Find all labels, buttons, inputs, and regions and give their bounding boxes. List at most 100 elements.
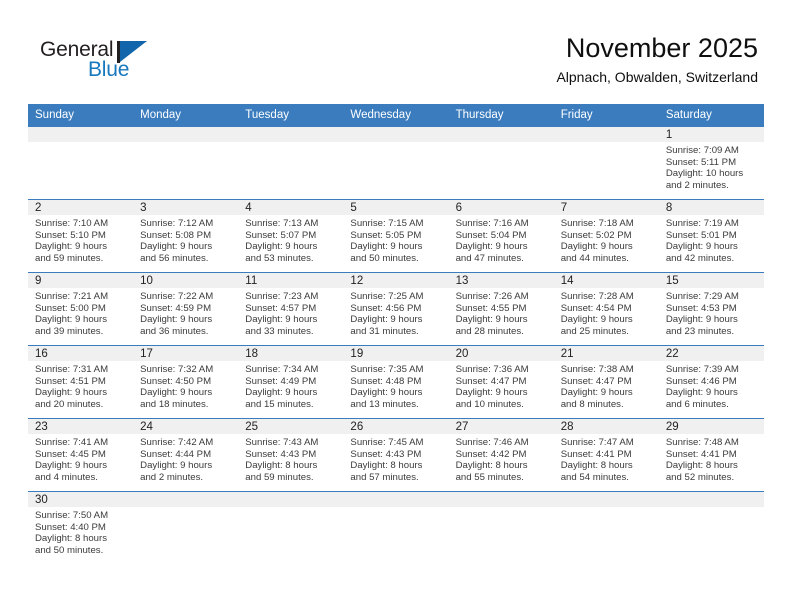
- sunset-text: Sunset: 5:02 PM: [560, 229, 632, 241]
- sunrise-text: Sunrise: 7:38 AM: [560, 364, 634, 375]
- day-number: 12: [343, 273, 449, 288]
- day-cell-inner: [238, 492, 344, 565]
- calendar-day-cell[interactable]: 16 Sunrise: 7:31 AM Sunset: 4:51 PM Dayligh…: [28, 345, 134, 419]
- day-sun-details: Sunrise: 7:18 AM Sunset: 5:02 PM Daylight:…: [554, 215, 659, 264]
- daylight-text-line2: and 25 minutes.: [560, 325, 629, 337]
- sunset-text: Sunset: 5:05 PM: [350, 229, 422, 241]
- daylight-text-line2: and 57 minutes.: [350, 471, 419, 483]
- daylight-text-line2: and 33 minutes.: [245, 325, 314, 337]
- calendar-day-cell[interactable]: 19 Sunrise: 7:35 AM Sunset: 4:48 PM Dayligh…: [343, 345, 449, 419]
- calendar-day-cell[interactable]: 1 Sunrise: 7:09 AM Sunset: 5:11 PM Daylight…: [658, 126, 764, 200]
- sunset-text: Sunset: 5:08 PM: [140, 229, 212, 241]
- calendar-day-cell[interactable]: 11 Sunrise: 7:23 AM Sunset: 4:57 PM Dayligh…: [238, 272, 344, 346]
- sunrise-text: Sunrise: 7:18 AM: [560, 218, 634, 229]
- day-number: 9: [28, 273, 134, 288]
- day-cell-inner: [133, 492, 239, 565]
- day-cell-inner: 17 Sunrise: 7:32 AM Sunset: 4:50 PM Dayligh…: [133, 346, 239, 418]
- day-number: 18: [238, 346, 344, 361]
- page-title: November 2025: [565, 33, 758, 63]
- day-cell-inner: [553, 492, 659, 565]
- sunset-text: Sunset: 4:54 PM: [560, 302, 632, 314]
- calendar-day-cell[interactable]: 21 Sunrise: 7:38 AM Sunset: 4:47 PM Dayligh…: [553, 345, 659, 419]
- day-number: 4: [238, 200, 344, 215]
- sunrise-text: Sunrise: 7:28 AM: [560, 291, 634, 302]
- calendar-day-cell[interactable]: 29 Sunrise: 7:48 AM Sunset: 4:41 PM Dayligh…: [658, 418, 764, 492]
- calendar-day-cell[interactable]: 7 Sunrise: 7:18 AM Sunset: 5:02 PM Daylight…: [553, 199, 659, 273]
- day-number: 1: [658, 127, 764, 142]
- calendar-day-cell[interactable]: 5 Sunrise: 7:15 AM Sunset: 5:05 PM Daylight…: [343, 199, 449, 273]
- day-cell-inner: 18 Sunrise: 7:34 AM Sunset: 4:49 PM Dayligh…: [238, 346, 344, 418]
- daylight-text-line1: Daylight: 9 hours: [140, 460, 213, 472]
- day-cell-inner: 15 Sunrise: 7:29 AM Sunset: 4:53 PM Dayligh…: [658, 273, 764, 345]
- calendar-day-cell[interactable]: 18 Sunrise: 7:34 AM Sunset: 4:49 PM Dayligh…: [238, 345, 344, 419]
- daylight-text-line2: and 2 minutes.: [665, 179, 729, 191]
- calendar-day-cell[interactable]: 28 Sunrise: 7:47 AM Sunset: 4:41 PM Dayligh…: [553, 418, 659, 492]
- day-sun-details: Sunrise: 7:21 AM Sunset: 5:00 PM Daylight:…: [28, 288, 133, 337]
- day-number: 24: [133, 419, 239, 434]
- calendar-day-cell[interactable]: 4 Sunrise: 7:13 AM Sunset: 5:07 PM Daylight…: [238, 199, 344, 273]
- sunrise-text: Sunrise: 7:21 AM: [35, 291, 109, 302]
- calendar-empty-cell: [448, 126, 554, 200]
- calendar-day-cell[interactable]: 12 Sunrise: 7:25 AM Sunset: 4:56 PM Dayligh…: [343, 272, 449, 346]
- calendar-day-cell[interactable]: 26 Sunrise: 7:45 AM Sunset: 4:43 PM Dayligh…: [343, 418, 449, 492]
- day-sun-details: Sunrise: 7:42 AM Sunset: 4:44 PM Daylight:…: [133, 434, 238, 483]
- sunset-text: Sunset: 4:57 PM: [245, 302, 317, 314]
- sunrise-text: Sunrise: 7:13 AM: [245, 218, 319, 229]
- day-number: 27: [448, 419, 554, 434]
- day-number: 20: [448, 346, 554, 361]
- day-number: 21: [553, 346, 659, 361]
- calendar-day-cell[interactable]: 23 Sunrise: 7:41 AM Sunset: 4:45 PM Dayligh…: [28, 418, 134, 492]
- weekday-header-sunday: Sunday: [28, 104, 134, 127]
- sunrise-text: Sunrise: 7:45 AM: [350, 437, 424, 448]
- day-number: 2: [28, 200, 134, 215]
- calendar-empty-cell: [553, 491, 659, 565]
- calendar-day-cell[interactable]: 27 Sunrise: 7:46 AM Sunset: 4:42 PM Dayligh…: [448, 418, 554, 492]
- sunrise-text: Sunrise: 7:23 AM: [245, 291, 319, 302]
- calendar-day-cell[interactable]: 22 Sunrise: 7:39 AM Sunset: 4:46 PM Dayligh…: [658, 345, 764, 419]
- calendar-day-cell[interactable]: 14 Sunrise: 7:28 AM Sunset: 4:54 PM Dayligh…: [553, 272, 659, 346]
- daylight-text-line1: Daylight: 9 hours: [245, 387, 318, 399]
- sunset-text: Sunset: 4:47 PM: [455, 375, 527, 387]
- day-number: 22: [658, 346, 764, 361]
- day-number: 15: [658, 273, 764, 288]
- daylight-text-line1: Daylight: 9 hours: [350, 314, 423, 326]
- general-blue-logo[interactable]: General Blue: [32, 38, 212, 90]
- day-cell-inner: [658, 492, 764, 565]
- sunset-text: Sunset: 4:50 PM: [140, 375, 212, 387]
- calendar-day-cell[interactable]: 25 Sunrise: 7:43 AM Sunset: 4:43 PM Dayligh…: [238, 418, 344, 492]
- sunset-text: Sunset: 5:00 PM: [35, 302, 106, 314]
- calendar-day-cell[interactable]: 8 Sunrise: 7:19 AM Sunset: 5:01 PM Daylight…: [658, 199, 764, 273]
- sunset-text: Sunset: 5:01 PM: [665, 229, 737, 241]
- page-header: General Blue November 2025 Alpnach, Obwa…: [0, 0, 792, 103]
- calendar-day-cell[interactable]: 6 Sunrise: 7:16 AM Sunset: 5:04 PM Daylight…: [448, 199, 554, 273]
- calendar-day-cell[interactable]: 9 Sunrise: 7:21 AM Sunset: 5:00 PM Daylight…: [28, 272, 134, 346]
- calendar-day-cell[interactable]: 13 Sunrise: 7:26 AM Sunset: 4:55 PM Dayligh…: [448, 272, 554, 346]
- day-number: [28, 127, 134, 142]
- sunrise-text: Sunrise: 7:42 AM: [140, 437, 214, 448]
- day-number: 17: [133, 346, 239, 361]
- daylight-text-line1: Daylight: 8 hours: [455, 460, 528, 472]
- day-number: [133, 492, 239, 507]
- calendar-day-cell[interactable]: 24 Sunrise: 7:42 AM Sunset: 4:44 PM Dayligh…: [133, 418, 239, 492]
- calendar-day-cell[interactable]: 2 Sunrise: 7:10 AM Sunset: 5:10 PM Daylight…: [28, 199, 134, 273]
- calendar-day-cell[interactable]: 3 Sunrise: 7:12 AM Sunset: 5:08 PM Daylight…: [133, 199, 239, 273]
- daylight-text-line2: and 8 minutes.: [560, 398, 624, 410]
- day-sun-details: Sunrise: 7:23 AM Sunset: 4:57 PM Daylight:…: [238, 288, 343, 337]
- calendar-day-cell[interactable]: 30 Sunrise: 7:50 AM Sunset: 4:40 PM Dayligh…: [28, 491, 134, 565]
- calendar-day-cell[interactable]: 10 Sunrise: 7:22 AM Sunset: 4:59 PM Dayligh…: [133, 272, 239, 346]
- daylight-text-line2: and 44 minutes.: [560, 252, 629, 264]
- day-cell-inner: 4 Sunrise: 7:13 AM Sunset: 5:07 PM Daylight…: [238, 200, 344, 272]
- calendar-empty-cell: [343, 491, 449, 565]
- day-number: [448, 127, 554, 142]
- calendar-day-cell[interactable]: 15 Sunrise: 7:29 AM Sunset: 4:53 PM Dayligh…: [658, 272, 764, 346]
- daylight-text-line1: Daylight: 9 hours: [350, 241, 423, 253]
- day-cell-inner: 21 Sunrise: 7:38 AM Sunset: 4:47 PM Dayligh…: [553, 346, 659, 418]
- daylight-text-line2: and 4 minutes.: [35, 471, 98, 483]
- day-sun-details: Sunrise: 7:09 AM Sunset: 5:11 PM Daylight:…: [659, 142, 764, 191]
- daylight-text-line2: and 54 minutes.: [560, 471, 629, 483]
- daylight-text-line1: Daylight: 9 hours: [665, 387, 738, 399]
- calendar-day-cell[interactable]: 20 Sunrise: 7:36 AM Sunset: 4:47 PM Dayligh…: [448, 345, 554, 419]
- daylight-text-line1: Daylight: 9 hours: [140, 314, 213, 326]
- calendar-day-cell[interactable]: 17 Sunrise: 7:32 AM Sunset: 4:50 PM Dayligh…: [133, 345, 239, 419]
- weekday-header-monday: Monday: [133, 104, 239, 127]
